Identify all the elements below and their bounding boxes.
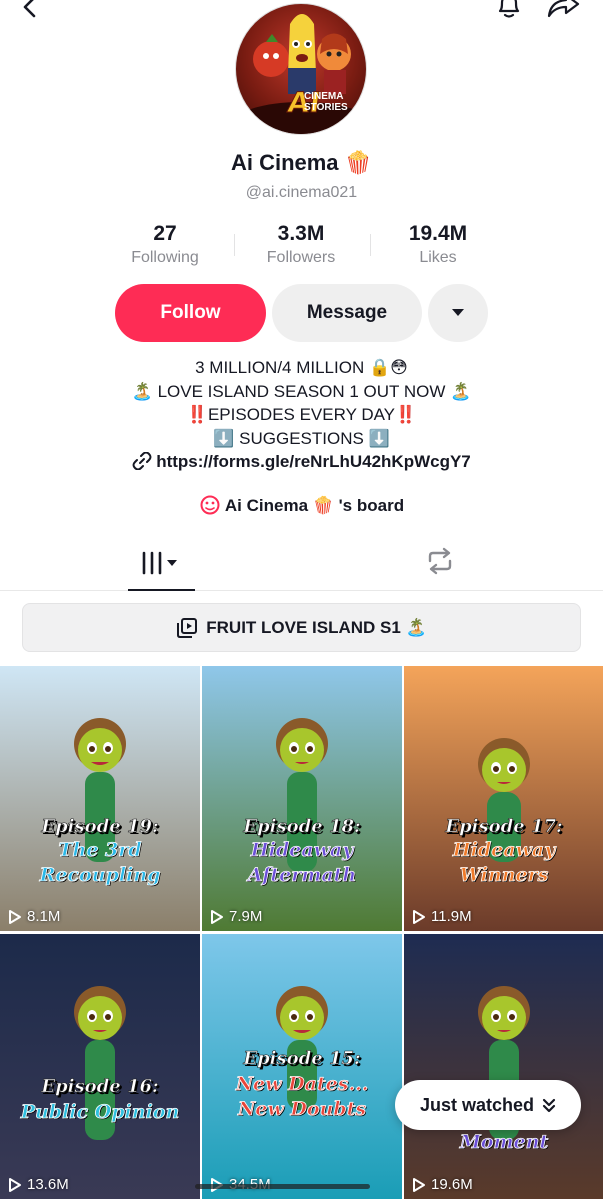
- bell-icon: [498, 0, 520, 18]
- play-icon: [211, 909, 223, 924]
- stat-label: Likes: [419, 249, 457, 266]
- stat-label: Followers: [266, 249, 336, 266]
- link-icon: [132, 451, 152, 471]
- avatar-logo-line2: STORIES: [304, 102, 348, 113]
- follow-button[interactable]: Follow: [115, 284, 266, 342]
- notification-bell-button[interactable]: [494, 0, 524, 22]
- video-tile[interactable]: Episode 15: New Dates... New Doubts 34.5…: [202, 934, 402, 1199]
- view-count-text: 19.6M: [431, 1176, 473, 1193]
- avatar-logo: AI CINEMA STORIES: [264, 86, 348, 120]
- bio-line: ‼️EPISODES EVERY DAY‼️: [186, 405, 417, 424]
- chevron-left-icon: [23, 0, 36, 18]
- episode-title-line2: New Doubts: [237, 1098, 367, 1121]
- bio-line: 3 MILLION/4 MILLION 🔒😳: [195, 358, 408, 377]
- view-count: 13.6M: [8, 1176, 69, 1193]
- episode-title-line1: Hideaway: [250, 839, 354, 862]
- view-count: 11.9M: [412, 908, 472, 925]
- episode-title-line2: Winners: [459, 864, 549, 887]
- share-button[interactable]: [546, 0, 580, 22]
- avatar-logo-text: CINEMA STORIES: [304, 91, 348, 113]
- play-icon: [9, 909, 21, 924]
- just-watched-label: Just watched: [419, 1094, 535, 1115]
- video-tile[interactable]: Episode 16: Public Opinion 13.6M: [0, 934, 200, 1199]
- episode-number: Episode 16:: [41, 1076, 159, 1098]
- play-icon: [9, 1177, 21, 1192]
- view-count-text: 7.9M: [229, 908, 263, 925]
- view-count-text: 11.9M: [431, 908, 472, 925]
- tab-videos[interactable]: [128, 535, 195, 591]
- bio-link[interactable]: https://forms.gle/reNrLhU42hKpWcgY7: [0, 451, 603, 472]
- playlist-button[interactable]: FRUIT LOVE ISLAND S1 🏝️: [22, 603, 581, 652]
- episode-title-line1: The 3rd: [58, 839, 142, 862]
- stat-value: 19.4M: [408, 222, 468, 245]
- view-count: 19.6M: [412, 1176, 473, 1193]
- play-icon: [413, 1177, 425, 1192]
- profile-stats: 27 Following 3.3M Followers 19.4M Likes: [95, 222, 507, 272]
- episode-number: Episode 18:: [243, 816, 361, 838]
- back-button[interactable]: [18, 0, 44, 22]
- playlist-icon: [177, 617, 198, 638]
- stat-following[interactable]: 27 Following: [95, 222, 235, 267]
- stat-label: Following: [131, 249, 199, 266]
- view-count: 7.9M: [210, 908, 262, 925]
- message-button[interactable]: Message: [272, 284, 422, 342]
- profile-name: Ai Cinema 🍿: [230, 150, 373, 175]
- episode-number: Episode 15:: [243, 1048, 361, 1070]
- episode-number: Episode 17:: [445, 816, 563, 838]
- profile-handle: @ai.cinema021: [245, 184, 358, 201]
- just-watched-button[interactable]: Just watched: [395, 1080, 581, 1130]
- episode-title-line1: New Dates...: [235, 1073, 369, 1096]
- video-tile[interactable]: Moment 19.6M: [404, 934, 603, 1199]
- episode-number: Episode 19:: [41, 816, 159, 838]
- content-tabs: [0, 535, 603, 591]
- episode-title-line2: Moment: [459, 1131, 549, 1154]
- view-count-text: 13.6M: [27, 1176, 69, 1193]
- playlist-label: FRUIT LOVE ISLAND S1 🏝️: [206, 617, 427, 637]
- video-tile[interactable]: Episode 17: Hideaway Winners 11.9M: [404, 666, 603, 931]
- avatar-logo-line1: CINEMA: [304, 91, 344, 102]
- video-tile[interactable]: Episode 18: Hideaway Aftermath 7.9M: [202, 666, 402, 931]
- caret-down-icon: [452, 309, 464, 316]
- active-tab-indicator: [128, 589, 195, 591]
- profile-bio: 3 MILLION/4 MILLION 🔒😳 🏝️ LOVE ISLAND SE…: [0, 356, 603, 450]
- episode-title-line2: Recoupling: [39, 864, 161, 887]
- stat-value: 27: [153, 222, 177, 245]
- board-link[interactable]: Ai Cinema 🍿 's board: [0, 495, 603, 516]
- video-tile[interactable]: Episode 19: The 3rd Recoupling 8.1M: [0, 666, 200, 931]
- episode-title-line1: Hideaway: [452, 839, 556, 862]
- stat-followers[interactable]: 3.3M Followers: [231, 222, 371, 267]
- bio-line: ⬇️ SUGGESTIONS ⬇️: [213, 428, 390, 448]
- repost-icon: [428, 547, 452, 575]
- double-chevron-down-icon: [542, 1098, 556, 1113]
- view-count-text: 8.1M: [27, 908, 61, 925]
- profile-avatar[interactable]: AI CINEMA STORIES: [235, 3, 367, 135]
- view-count: 8.1M: [8, 908, 60, 925]
- stat-value: 3.3M: [277, 222, 325, 245]
- board-icon: [200, 495, 220, 515]
- bio-line: 🏝️ LOVE ISLAND SEASON 1 OUT NOW 🏝️: [131, 381, 472, 401]
- share-arrow-icon: [547, 0, 580, 18]
- board-label: Ai Cinema 🍿 's board: [224, 496, 405, 515]
- home-indicator: [195, 1184, 370, 1189]
- play-icon: [413, 909, 425, 924]
- grid-filter-icon: [142, 551, 177, 575]
- episode-title-line2: Aftermath: [247, 864, 357, 887]
- tab-reposts[interactable]: [420, 547, 460, 577]
- episode-title-line1: Public Opinion: [20, 1101, 180, 1124]
- suggested-accounts-button[interactable]: [428, 284, 488, 342]
- stat-likes[interactable]: 19.4M Likes: [368, 222, 508, 267]
- bio-link-text: https://forms.gle/reNrLhU42hKpWcgY7: [156, 452, 471, 471]
